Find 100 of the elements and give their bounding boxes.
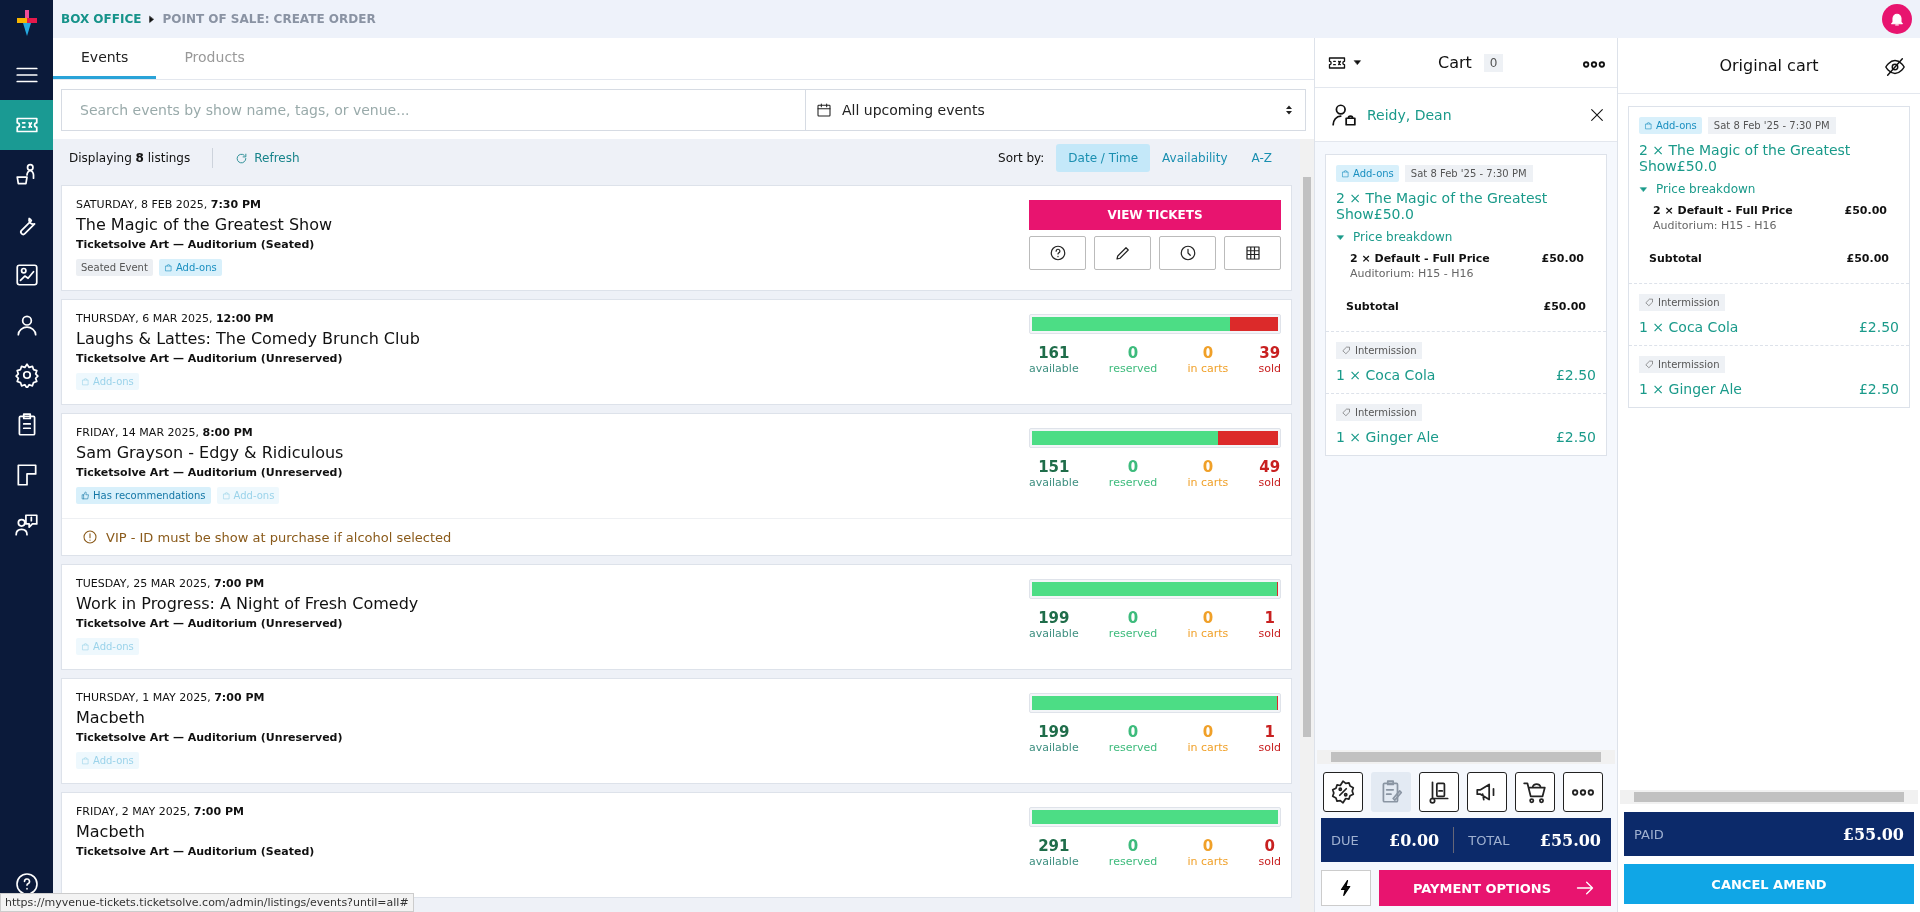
- total-label: TOTAL: [1468, 832, 1510, 848]
- date-filter-select[interactable]: All upcoming events: [806, 89, 1306, 131]
- event-date: THURSDAY, 1 MAY 2025, 7:00 PM: [76, 691, 266, 704]
- vertical-scrollbar[interactable]: [1300, 139, 1314, 912]
- help-icon: [1048, 244, 1067, 262]
- carts-count: 0: [1202, 837, 1214, 855]
- subtotal-label: Subtotal: [1346, 300, 1399, 313]
- calendar-icon: [816, 102, 832, 118]
- available-count: 199: [1038, 723, 1070, 741]
- bag-icon: [81, 756, 90, 765]
- due-amount: £0.00: [1389, 830, 1440, 850]
- horizontal-scrollbar[interactable]: [1317, 750, 1615, 764]
- event-title: The Magic of the Greatest Show: [76, 215, 334, 234]
- carts-label: in carts: [1187, 362, 1229, 375]
- sort-arrows-icon: [1283, 104, 1295, 116]
- available-label: available: [1029, 741, 1079, 754]
- addons-tag: Add-ons: [76, 638, 139, 655]
- reserved-label: reserved: [1108, 855, 1158, 868]
- addon-price: £2.50: [1858, 381, 1899, 397]
- more-icon: [1572, 788, 1594, 796]
- addon-price: £2.50: [1555, 429, 1596, 445]
- addon-name: 1 × Ginger Ale: [1336, 429, 1439, 445]
- toolbar-button[interactable]: [1563, 772, 1603, 812]
- chat-person-icon: [13, 512, 40, 538]
- addons-tag: Add-ons: [76, 373, 139, 390]
- event-date: FRIDAY, 2 MAY 2025, 7:00 PM: [76, 805, 245, 818]
- tab[interactable]: Events: [53, 38, 157, 79]
- order-item-title: 2 × The Magic of the Greatest Show£50.0: [1639, 142, 1852, 174]
- reserved-label: reserved: [1108, 627, 1158, 640]
- addons-tag: Add-ons: [1639, 117, 1702, 134]
- caret-icon: [147, 14, 157, 24]
- notification-button[interactable]: [1882, 4, 1912, 34]
- paid-label: PAID: [1634, 826, 1664, 842]
- sort-option[interactable]: A-Z: [1239, 144, 1284, 172]
- event-card[interactable]: FRIDAY, 2 MAY 2025, 7:00 PM Macbeth Ticketsolve Art — Auditorium (Seated) 291 available 0 reserved 0 in carts 0 sold: [61, 792, 1292, 898]
- event-venue: Ticketsolve Art — Auditorium (Seated): [76, 238, 316, 251]
- event-card[interactable]: [61, 413, 1292, 556]
- bag-icon: [1341, 169, 1350, 178]
- help-button[interactable]: [1029, 236, 1086, 270]
- sold-count: 1: [1264, 609, 1275, 627]
- addon-name: 1 × Coca Cola: [1639, 319, 1739, 335]
- carts-count: 0: [1202, 609, 1214, 627]
- sold-count: 49: [1259, 458, 1281, 476]
- price-breakdown-toggle[interactable]: Price breakdown: [1639, 182, 1899, 196]
- event-card[interactable]: SATURDAY, 8 FEB 2025, 7:30 PM The Magic of the Greatest Show Ticketsolve Art — Auditorium (Seated) Seated Event Add-ons VIEW TICKETS: [61, 185, 1292, 291]
- search-field[interactable]: Search events by show name, tags, or venue...: [61, 89, 806, 131]
- intermission-tag: Intermission: [1336, 342, 1423, 359]
- date-tag: Sat 8 Feb '25 - 7:30 PM: [1707, 117, 1836, 134]
- available-label: available: [1029, 476, 1079, 489]
- sold-count: 0: [1264, 837, 1275, 855]
- warning-icon: [82, 529, 98, 545]
- seat-map-button[interactable]: [1224, 236, 1281, 270]
- refresh-button[interactable]: Refresh: [235, 151, 300, 165]
- due-label: DUE: [1331, 832, 1359, 848]
- horizontal-scrollbar[interactable]: [1620, 790, 1918, 804]
- intermission-tag: Intermission: [1336, 404, 1423, 421]
- sold-segment: [1230, 317, 1278, 331]
- sort-option[interactable]: Availability: [1150, 144, 1240, 172]
- status-bar-url: https://myvenue-tickets.ticketsolve.com/admin/listings/events?until=all#: [0, 893, 414, 912]
- breadcrumb-link[interactable]: BOX OFFICE: [61, 12, 142, 26]
- available-count: 161: [1038, 344, 1070, 362]
- discount-icon: [1330, 779, 1356, 805]
- subtotal-label: Subtotal: [1649, 252, 1702, 265]
- payment-options-button[interactable]: PAYMENT OPTIONS: [1379, 870, 1611, 906]
- sold-label: sold: [1258, 741, 1281, 754]
- recommendations-tag: Has recommendations: [76, 487, 211, 504]
- sort-option[interactable]: Date / Time: [1056, 144, 1151, 172]
- refresh-icon: [235, 151, 249, 165]
- bag-icon: [81, 377, 90, 386]
- toolbar-button[interactable]: [1419, 772, 1459, 812]
- toolbar-button[interactable]: [1467, 772, 1507, 812]
- trolley-icon: [1426, 779, 1452, 805]
- view-tickets-button[interactable]: VIEW TICKETS: [1029, 200, 1281, 230]
- reserved-label: reserved: [1108, 476, 1158, 489]
- quick-pay-button[interactable]: [1321, 870, 1371, 906]
- event-title: Macbeth: [76, 822, 146, 841]
- toolbar-button[interactable]: [1323, 772, 1363, 812]
- event-date: THURSDAY, 6 MAR 2025, 12:00 PM: [76, 312, 275, 325]
- bag-icon: [221, 491, 231, 500]
- order-item-title: 2 × The Magic of the Greatest Show£50.0: [1336, 190, 1549, 222]
- price-breakdown-toggle[interactable]: Price breakdown: [1336, 230, 1596, 244]
- total-amount: £55.00: [1539, 830, 1601, 850]
- listing-count: Displaying 8 listings: [69, 151, 191, 165]
- available-label: available: [1029, 855, 1079, 868]
- tab[interactable]: Products: [156, 38, 273, 79]
- edit-button[interactable]: [1094, 236, 1151, 270]
- available-label: available: [1029, 362, 1079, 375]
- original-cart-title: Original cart: [1719, 56, 1819, 75]
- available-count: 199: [1038, 609, 1070, 627]
- clock-button[interactable]: [1159, 236, 1216, 270]
- bell-icon: [1889, 11, 1905, 27]
- reserved-count: 0: [1127, 723, 1139, 741]
- caret-icon: [1639, 184, 1648, 194]
- event-venue: Ticketsolve Art — Auditorium (Unreserved): [76, 352, 344, 365]
- tag-icon: [1645, 298, 1654, 307]
- addon-name: 1 × Ginger Ale: [1639, 381, 1742, 397]
- cancel-amend-button[interactable]: CANCEL AMEND: [1624, 864, 1914, 904]
- toolbar-button[interactable]: [1515, 772, 1555, 812]
- reserved-count: 0: [1127, 458, 1139, 476]
- thumb-icon: [81, 491, 90, 500]
